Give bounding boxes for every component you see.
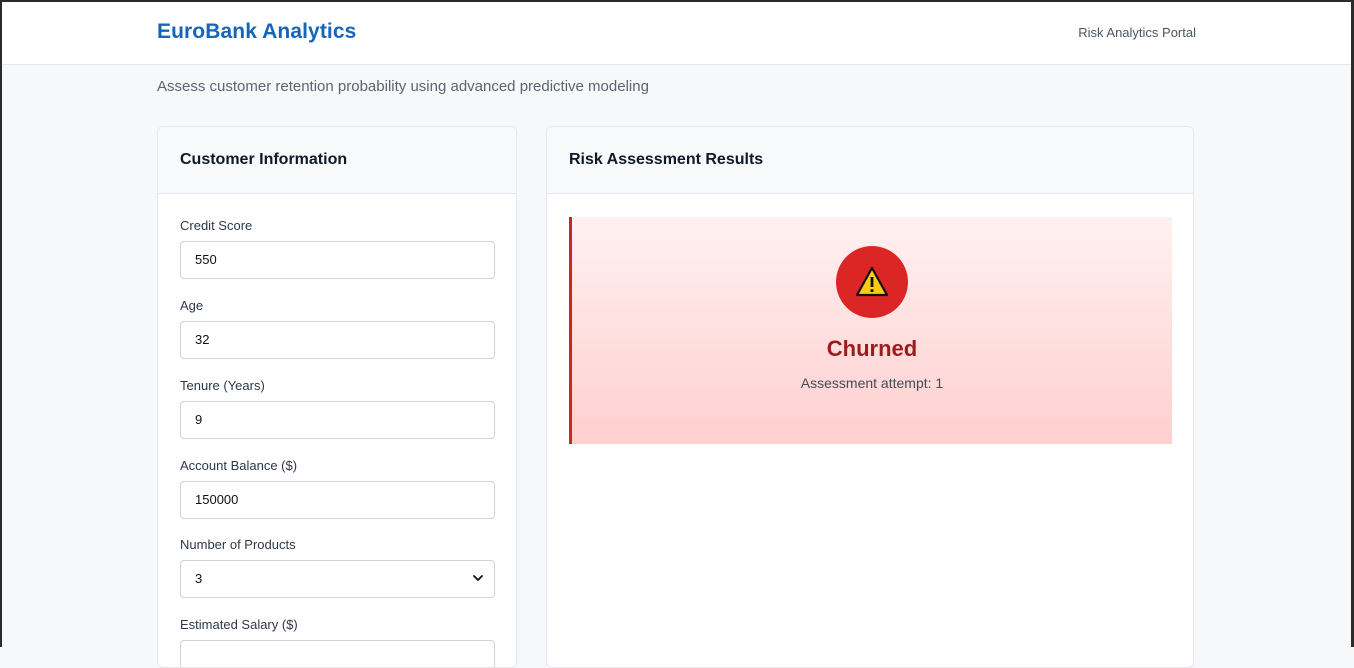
- tenure-field: Tenure (Years) 9: [180, 378, 495, 439]
- top-nav-bar: EuroBank Analytics Risk Analytics Portal: [2, 2, 1354, 65]
- churn-status-text: Churned: [826, 336, 918, 361]
- salary-field: Estimated Salary ($): [180, 617, 495, 667]
- products-field: Number of Products 3: [180, 537, 495, 598]
- customer-card-title: Customer Information: [158, 127, 516, 194]
- credit-score-input[interactable]: 550: [180, 241, 495, 279]
- assessment-attempt-text: Assessment attempt: 1: [800, 375, 944, 391]
- age-label: Age: [180, 298, 204, 313]
- page-subtitle: Assess customer retention probability us…: [157, 78, 649, 95]
- chevron-down-icon: [473, 575, 483, 581]
- salary-input[interactable]: [180, 640, 495, 667]
- age-field: Age 32: [180, 298, 495, 359]
- alert-badge: [836, 246, 908, 318]
- tenure-label: Tenure (Years): [180, 378, 265, 393]
- balance-input[interactable]: 150000: [180, 481, 495, 519]
- risk-assessment-card: Risk Assessment Results Churned Assessme…: [546, 126, 1194, 668]
- credit-score-label: Credit Score: [180, 218, 253, 233]
- portal-label: Risk Analytics Portal: [1078, 25, 1196, 40]
- tenure-input[interactable]: 9: [180, 401, 495, 439]
- salary-label: Estimated Salary ($): [180, 617, 298, 632]
- result-panel: Churned Assessment attempt: 1: [569, 217, 1172, 444]
- products-label: Number of Products: [180, 537, 296, 552]
- age-input[interactable]: 32: [180, 321, 495, 359]
- results-card-title: Risk Assessment Results: [547, 127, 1193, 194]
- credit-score-field: Credit Score 550: [180, 218, 495, 279]
- balance-field: Account Balance ($) 150000: [180, 458, 495, 519]
- warning-icon: [855, 266, 889, 297]
- brand-title[interactable]: EuroBank Analytics: [157, 20, 356, 44]
- customer-information-card: Customer Information Credit Score 550 Ag…: [157, 126, 517, 668]
- products-select-value: 3: [195, 571, 203, 586]
- products-select[interactable]: 3: [180, 560, 495, 598]
- balance-label: Account Balance ($): [180, 458, 298, 473]
